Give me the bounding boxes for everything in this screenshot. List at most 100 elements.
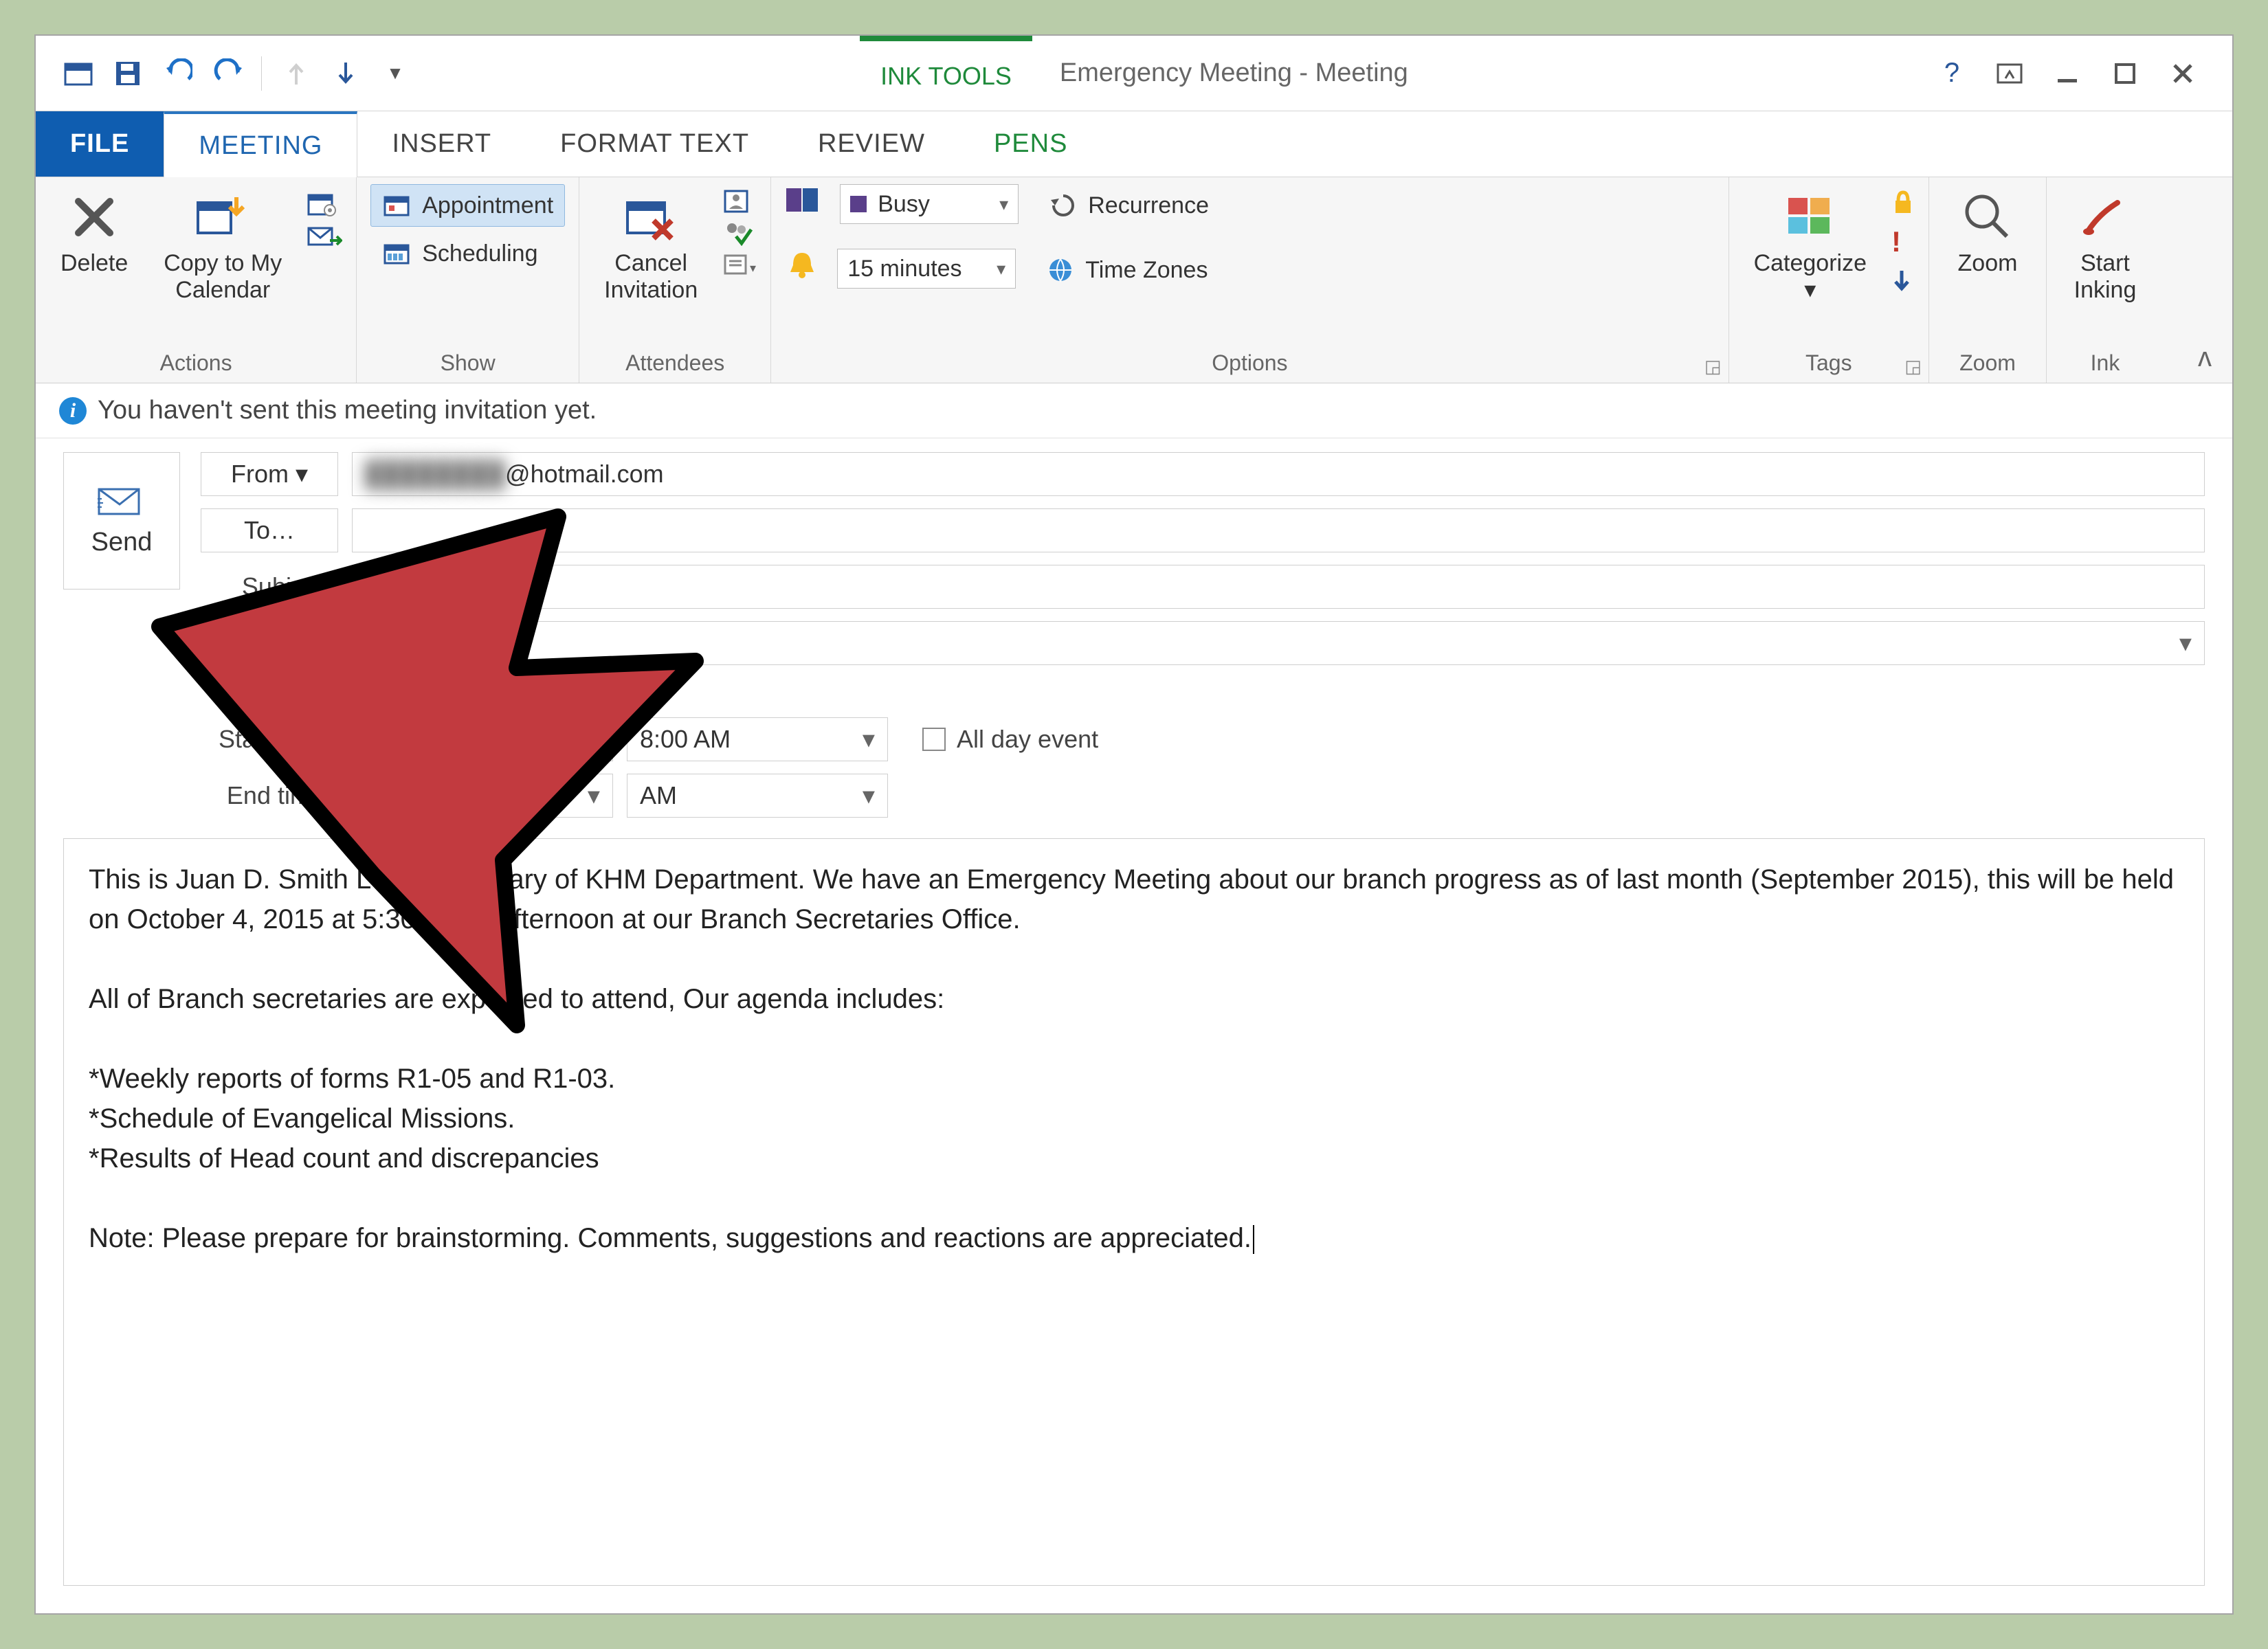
copy-to-calendar-button[interactable]: Copy to My Calendar	[153, 184, 293, 309]
high-importance-icon[interactable]: !	[1891, 225, 1915, 258]
info-icon: i	[59, 397, 87, 425]
group-attendees: Cancel Invitation ▾ Attendees	[579, 177, 771, 383]
categorize-icon	[1783, 190, 1838, 245]
recurrence-button[interactable]: Recurrence	[1036, 184, 1221, 227]
group-ink: Start Inking Ink ʌ	[2047, 177, 2232, 383]
title-bar: ▼ INK TOOLS Emergency Meeting - Meeting …	[36, 36, 2232, 111]
copy-label: Copy to My Calendar	[164, 250, 282, 304]
redo-icon[interactable]	[212, 58, 242, 89]
delete-button[interactable]: Delete	[49, 184, 139, 282]
save-icon[interactable]	[113, 58, 143, 89]
maximize-icon[interactable]	[2110, 58, 2140, 89]
end-date-field[interactable]: ▾	[352, 774, 613, 818]
help-icon[interactable]: ?	[1937, 58, 1967, 89]
address-book-icon[interactable]	[722, 188, 757, 214]
contextual-tab-title: INK TOOLS	[860, 36, 1032, 111]
ribbon-tabs: FILE MEETING INSERT FORMAT TEXT REVIEW P…	[36, 111, 2232, 177]
delete-icon	[67, 190, 122, 245]
check-names-icon[interactable]	[722, 220, 757, 246]
from-button[interactable]: From ▾	[201, 452, 338, 496]
show-as-icon	[785, 184, 822, 216]
subject-field[interactable]	[352, 565, 2205, 609]
tab-meeting[interactable]: MEETING	[164, 111, 357, 177]
meeting-form: Send From ▾ ████████@hotmail.com To… Sub…	[36, 438, 2232, 824]
info-text: You haven't sent this meeting invitation…	[98, 396, 597, 425]
show-as-value: Busy	[878, 191, 930, 218]
location-label: Location	[201, 629, 338, 658]
ribbon: Delete Copy to My Calendar Actions A	[36, 177, 2232, 383]
tab-review[interactable]: REVIEW	[783, 111, 959, 177]
end-time-field[interactable]: AM▾	[627, 774, 888, 818]
group-options: Busy ▾ Recurrence 15 minutes ▾ Time Zone…	[771, 177, 1728, 383]
location-field[interactable]: ▾	[352, 621, 2205, 665]
info-bar: i You haven't sent this meeting invitati…	[36, 383, 2232, 438]
recurrence-label: Recurrence	[1088, 192, 1209, 219]
delete-label: Delete	[60, 250, 128, 277]
appointment-button[interactable]: Appointment	[370, 184, 565, 227]
tab-file[interactable]: FILE	[36, 111, 164, 177]
to-field[interactable]	[352, 508, 2205, 552]
categorize-button[interactable]: Categorize▾	[1743, 184, 1878, 309]
start-date-field[interactable]: ▾	[352, 717, 613, 761]
group-ink-label: Ink	[2060, 346, 2150, 379]
message-body[interactable]: This is Juan D. Smith Local Secretary of…	[63, 838, 2205, 1586]
cancel-invitation-button[interactable]: Cancel Invitation	[593, 184, 709, 309]
subject-label: Subject	[201, 572, 338, 601]
zoom-icon	[1960, 190, 2015, 245]
scheduling-button[interactable]: Scheduling	[370, 232, 565, 275]
end-time-label: End time	[201, 781, 338, 810]
low-importance-icon[interactable]	[1891, 268, 1915, 294]
options-launcher-icon[interactable]: ◲	[1704, 356, 1722, 377]
tab-pens[interactable]: PENS	[959, 111, 1102, 177]
start-inking-button[interactable]: Start Inking	[2060, 184, 2150, 309]
calendar-copy-icon	[195, 190, 250, 245]
group-show-label: Show	[370, 346, 565, 379]
from-field[interactable]: ████████@hotmail.com	[352, 452, 2205, 496]
reminder-combo[interactable]: 15 minutes ▾	[837, 249, 1016, 289]
group-tags: Categorize▾ ! Tags ◲	[1729, 177, 1929, 383]
forward-icon[interactable]	[307, 223, 342, 250]
all-day-checkbox[interactable]: All day event	[922, 725, 1098, 754]
text-cursor	[1253, 1225, 1254, 1254]
group-show: Appointment Scheduling Show	[357, 177, 579, 383]
calendar-small-icon[interactable]	[307, 190, 342, 217]
minimize-icon[interactable]	[2052, 58, 2082, 89]
scheduling-icon	[382, 238, 412, 269]
send-envelope-icon	[98, 485, 146, 518]
group-actions-label: Actions	[49, 346, 342, 379]
close-icon[interactable]	[2168, 58, 2198, 89]
zoom-label: Zoom	[1958, 250, 2018, 277]
response-options-icon[interactable]: ▾	[722, 251, 757, 278]
prev-item-icon	[281, 58, 311, 89]
globe-icon	[1045, 255, 1076, 285]
appointment-label: Appointment	[422, 192, 553, 219]
window: ▼ INK TOOLS Emergency Meeting - Meeting …	[34, 34, 2234, 1615]
group-actions: Delete Copy to My Calendar Actions	[36, 177, 357, 383]
undo-icon[interactable]	[162, 58, 192, 89]
start-time-field[interactable]: 8:00 AM▾	[627, 717, 888, 761]
group-zoom-label: Zoom	[1943, 346, 2032, 379]
tz-label: Time Zones	[1085, 257, 1208, 284]
time-zones-button[interactable]: Time Zones	[1034, 249, 1219, 291]
cancel-label: Cancel Invitation	[604, 250, 698, 304]
reminder-icon	[785, 249, 819, 280]
quick-access-toolbar: ▼	[36, 56, 410, 91]
scheduling-label: Scheduling	[422, 240, 537, 267]
to-button[interactable]: To…	[201, 508, 338, 552]
categorize-label: Categorize▾	[1754, 250, 1867, 304]
start-inking-label: Start Inking	[2074, 250, 2137, 304]
ribbon-options-icon[interactable]	[1994, 58, 2025, 89]
recurrence-icon	[1048, 190, 1078, 221]
show-as-combo[interactable]: Busy ▾	[840, 184, 1019, 224]
tags-launcher-icon[interactable]: ◲	[1904, 356, 1922, 377]
qat-customize-icon[interactable]: ▼	[380, 58, 410, 89]
zoom-button[interactable]: Zoom	[1943, 184, 2032, 282]
collapse-ribbon-icon[interactable]: ʌ	[2198, 342, 2212, 373]
next-item-icon[interactable]	[331, 58, 361, 89]
group-options-label: Options	[785, 346, 1714, 379]
private-icon[interactable]	[1891, 188, 1915, 216]
calendar-icon[interactable]	[63, 58, 93, 89]
tab-format-text[interactable]: FORMAT TEXT	[526, 111, 783, 177]
tab-insert[interactable]: INSERT	[357, 111, 526, 177]
send-button[interactable]: Send	[63, 452, 180, 590]
